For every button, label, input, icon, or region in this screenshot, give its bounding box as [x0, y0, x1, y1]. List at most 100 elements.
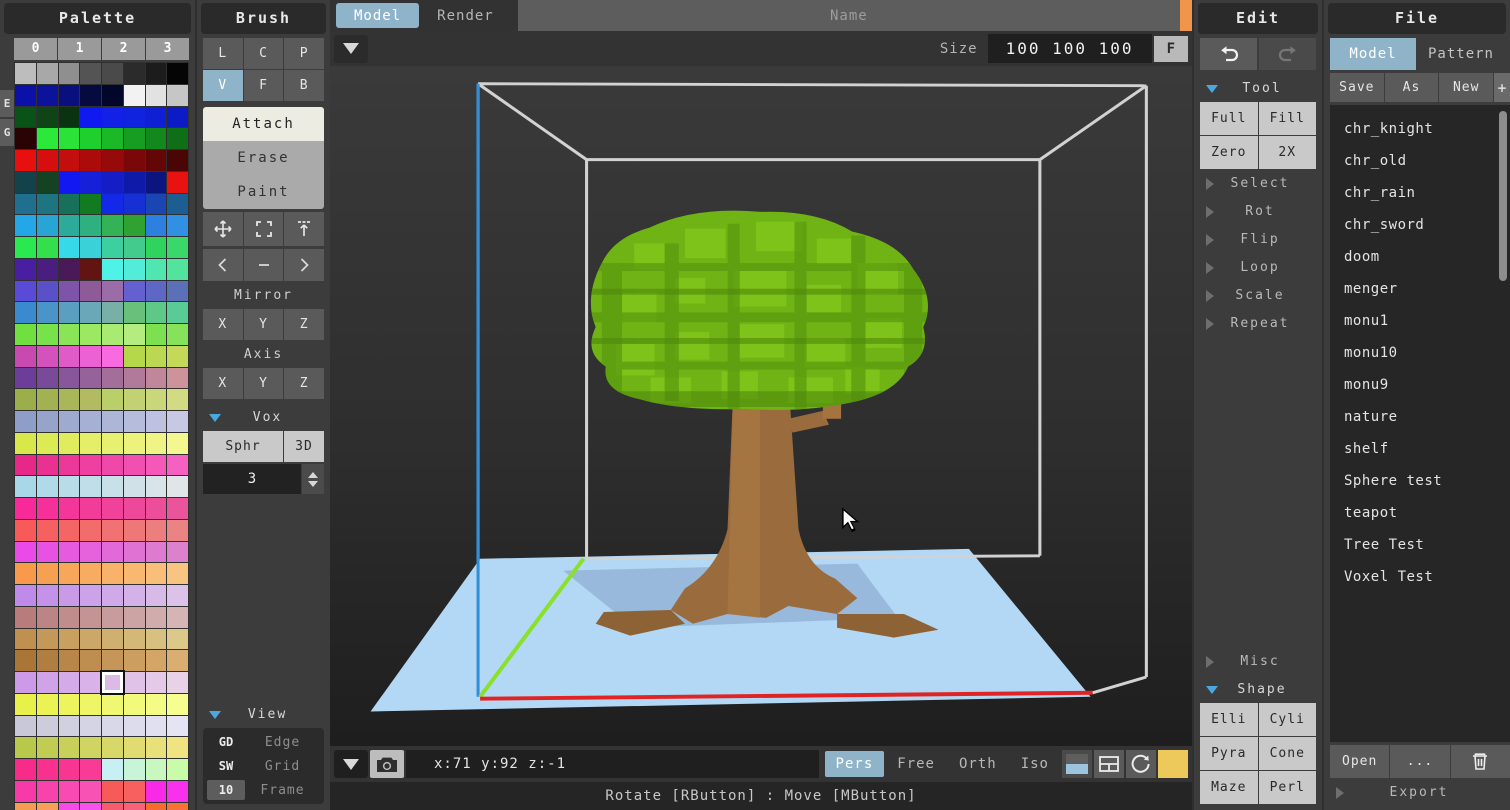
- palette-swatch-grid[interactable]: [14, 62, 189, 810]
- repeat-section-toggle[interactable]: Repeat: [1194, 309, 1322, 337]
- palette-swatch[interactable]: [80, 672, 101, 693]
- palette-swatch[interactable]: [15, 258, 36, 280]
- palette-swatch[interactable]: [167, 215, 188, 236]
- palette-swatch[interactable]: [36, 128, 58, 149]
- palette-swatch[interactable]: [102, 280, 123, 302]
- viewport-menu-button[interactable]: [334, 750, 368, 778]
- shading-swatch-button[interactable]: [1062, 750, 1092, 778]
- tool-2x-button[interactable]: 2X: [1258, 136, 1316, 169]
- view-section-toggle[interactable]: View: [197, 700, 330, 728]
- palette-swatch[interactable]: [102, 498, 123, 519]
- palette-swatch[interactable]: [145, 498, 167, 519]
- palette-side-label-e[interactable]: E: [0, 90, 14, 117]
- view-row-grid[interactable]: SW Grid: [203, 754, 324, 778]
- palette-swatch[interactable]: [123, 672, 145, 693]
- palette-swatch[interactable]: [15, 693, 36, 715]
- palette-swatch[interactable]: [123, 389, 145, 410]
- palette-swatch[interactable]: [145, 193, 167, 215]
- palette-swatch[interactable]: [145, 585, 167, 606]
- palette-swatch[interactable]: [58, 563, 80, 584]
- palette-swatch[interactable]: [123, 606, 145, 628]
- palette-swatch[interactable]: [15, 432, 36, 454]
- palette-swatch[interactable]: [123, 585, 145, 606]
- palette-swatch[interactable]: [58, 606, 80, 628]
- palette-swatch[interactable]: [167, 63, 188, 84]
- palette-swatch[interactable]: [145, 128, 167, 149]
- palette-swatch[interactable]: [167, 280, 188, 302]
- palette-swatch[interactable]: [15, 367, 36, 389]
- projection-free[interactable]: Free: [886, 751, 946, 777]
- palette-swatch[interactable]: [58, 476, 80, 497]
- brush-shape-p[interactable]: P: [284, 38, 325, 69]
- palette-swatch[interactable]: [80, 345, 101, 367]
- palette-swatch[interactable]: [102, 389, 123, 410]
- palette-swatch[interactable]: [58, 237, 80, 258]
- palette-swatch[interactable]: [36, 367, 58, 389]
- palette-swatch[interactable]: [15, 650, 36, 671]
- palette-swatch[interactable]: [58, 106, 80, 128]
- palette-swatch[interactable]: [15, 498, 36, 519]
- file-list-item[interactable]: Tree Test: [1330, 529, 1510, 561]
- palette-swatch[interactable]: [36, 585, 58, 606]
- palette-swatch[interactable]: [80, 324, 101, 345]
- palette-swatch[interactable]: [145, 302, 167, 323]
- palette-swatch[interactable]: [123, 759, 145, 780]
- 3d-viewport[interactable]: [330, 66, 1192, 746]
- palette-swatch[interactable]: [123, 432, 145, 454]
- palette-col-1[interactable]: 1: [58, 38, 101, 60]
- palette-swatch[interactable]: [102, 563, 123, 584]
- palette-swatch[interactable]: [80, 650, 101, 671]
- palette-swatch[interactable]: [58, 84, 80, 106]
- palette-swatch[interactable]: [167, 563, 188, 584]
- palette-swatch[interactable]: [102, 215, 123, 236]
- palette-swatch[interactable]: [102, 454, 123, 476]
- palette-swatch[interactable]: [102, 193, 123, 215]
- palette-swatch[interactable]: [123, 715, 145, 737]
- vox-size-value[interactable]: 3: [203, 464, 301, 494]
- palette-swatch[interactable]: [123, 84, 145, 106]
- view-row-frame[interactable]: 10 Frame: [203, 778, 324, 802]
- palette-swatch[interactable]: [123, 63, 145, 84]
- palette-swatch[interactable]: [80, 193, 101, 215]
- file-list-item[interactable]: chr_knight: [1330, 113, 1510, 145]
- palette-swatch[interactable]: [36, 780, 58, 802]
- palette-swatch[interactable]: [123, 280, 145, 302]
- palette-swatch[interactable]: [145, 802, 167, 810]
- mirror-y-button[interactable]: Y: [243, 309, 284, 340]
- palette-swatch[interactable]: [58, 541, 80, 563]
- palette-swatch[interactable]: [167, 606, 188, 628]
- palette-swatch[interactable]: [167, 237, 188, 258]
- file-save-as-button[interactable]: As: [1384, 73, 1439, 102]
- palette-swatch[interactable]: [167, 258, 188, 280]
- shape-section-toggle[interactable]: Shape: [1194, 675, 1322, 703]
- palette-swatch[interactable]: [123, 128, 145, 149]
- palette-swatch[interactable]: [123, 693, 145, 715]
- palette-swatch[interactable]: [36, 759, 58, 780]
- redo-button[interactable]: [1259, 38, 1316, 70]
- palette-swatch[interactable]: [167, 541, 188, 563]
- palette-swatch[interactable]: [123, 258, 145, 280]
- palette-swatch[interactable]: [123, 171, 145, 193]
- palette-swatch[interactable]: [36, 563, 58, 584]
- palette-swatch[interactable]: [58, 693, 80, 715]
- brush-shape-b[interactable]: B: [284, 70, 325, 101]
- palette-swatch[interactable]: [167, 389, 188, 410]
- palette-swatch[interactable]: [80, 237, 101, 258]
- palette-swatch[interactable]: [145, 780, 167, 802]
- axis-y-button[interactable]: Y: [243, 368, 284, 399]
- shape-cyli-button[interactable]: Cyli: [1258, 703, 1316, 736]
- file-add-button[interactable]: +: [1494, 73, 1510, 102]
- brush-mode-attach[interactable]: Attach: [203, 107, 324, 141]
- brush-shape-c[interactable]: C: [243, 38, 284, 69]
- palette-swatch[interactable]: [15, 672, 36, 693]
- palette-swatch[interactable]: [80, 585, 101, 606]
- palette-swatch[interactable]: [36, 389, 58, 410]
- palette-swatch[interactable]: [145, 759, 167, 780]
- palette-swatch[interactable]: [102, 106, 123, 128]
- palette-swatch[interactable]: [58, 345, 80, 367]
- palette-swatch[interactable]: [58, 367, 80, 389]
- palette-swatch[interactable]: [123, 541, 145, 563]
- palette-swatch[interactable]: [80, 63, 101, 84]
- palette-swatch[interactable]: [123, 628, 145, 650]
- palette-swatch[interactable]: [102, 258, 123, 280]
